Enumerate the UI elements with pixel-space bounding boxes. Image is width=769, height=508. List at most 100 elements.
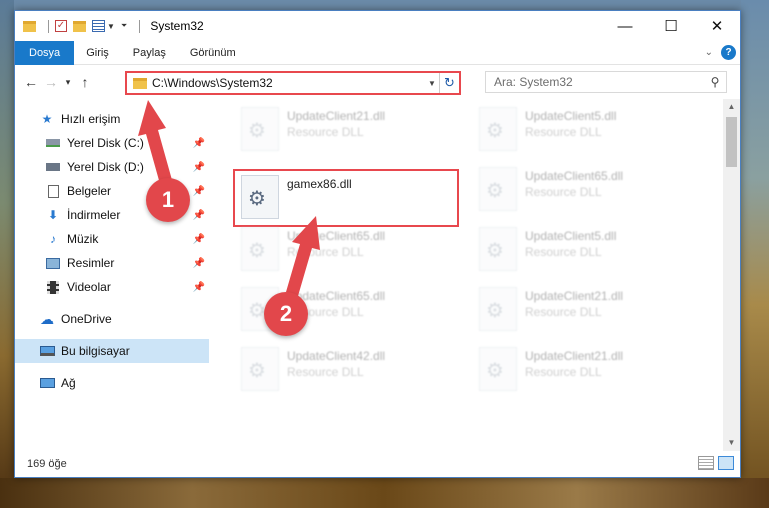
file-item[interactable]: UpdateClient21.dll Resource DLL [473,343,699,401]
properties-icon[interactable] [92,20,105,32]
sidebar-item-music[interactable]: ♪ Müzik 📌 [15,227,209,251]
recent-locations-button[interactable]: ▾ [61,77,75,88]
new-folder-icon[interactable] [73,20,86,32]
file-item[interactable]: UpdateClient65.dll Resource DLL [235,223,461,281]
star-icon: ★ [41,112,53,126]
sidebar-item-local-disk-d[interactable]: Yerel Disk (D:) 📌 [15,155,209,179]
title-bar: ✓ ▼ ⏷ System32 — ☐ ✕ [15,11,740,41]
chevron-down-icon[interactable]: ▼ [107,22,115,31]
pin-icon[interactable]: 📌 [193,186,205,197]
pin-icon[interactable]: 📌 [193,282,205,293]
toolbar-separator [48,19,49,33]
item-count: 169 öğe [27,458,67,470]
sidebar-item-label: Belgeler [67,184,112,198]
sidebar-item-label: Videolar [67,280,111,294]
sidebar-item-network[interactable]: Ağ [15,371,209,395]
sidebar-item-label: Resimler [67,256,115,270]
pin-icon[interactable]: 📌 [193,210,205,221]
minimize-button[interactable]: — [602,11,648,41]
file-item[interactable]: UpdateClient42.dll Resource DLL [235,343,461,401]
dll-file-icon [479,287,517,331]
pin-icon[interactable]: 📌 [193,234,205,245]
refresh-icon[interactable]: ↻ [439,73,459,93]
file-item[interactable]: UpdateClient5.dll Resource DLL [473,103,699,161]
music-icon: ♪ [50,232,56,246]
file-name: UpdateClient65.dll [287,229,386,243]
maximize-button[interactable]: ☐ [648,11,694,41]
dll-file-icon [241,227,279,271]
step-1-badge: 1 [146,178,190,222]
desktop-background-left [0,0,14,508]
file-name: UpdateClient21.dll [525,289,624,303]
address-dropdown-icon[interactable]: ▼ [425,79,439,88]
sidebar-item-label: Ağ [61,376,76,390]
folder-icon [133,77,147,89]
scrollbar-thumb[interactable] [726,117,737,167]
pictures-icon [45,256,61,270]
sidebar-item-local-disk-c[interactable]: Yerel Disk (C:) 📌 [15,131,209,155]
nav-buttons: ← → ▾ ↑ [15,74,95,90]
computer-icon [39,344,55,358]
vertical-scrollbar[interactable]: ▲ ▼ [723,99,740,451]
view-toggle [698,456,734,470]
file-item[interactable]: UpdateClient5.dll Resource DLL [473,223,699,281]
details-view-icon[interactable] [698,456,714,470]
download-icon: ⬇ [47,208,59,222]
customize-toolbar-icon[interactable]: ⏷ [121,21,127,31]
file-type: Resource DLL [525,305,602,319]
file-item[interactable]: UpdateClient21.dll Resource DLL [473,283,699,341]
sidebar-item-onedrive[interactable]: ☁ OneDrive [15,307,209,331]
file-name: UpdateClient5.dll [525,229,617,243]
drive-icon [45,160,61,174]
expand-ribbon-icon[interactable]: ⌄ [705,47,713,58]
step-2-badge: 2 [264,292,308,336]
address-bar[interactable]: C:\Windows\System32 ▼ ↻ [125,71,461,95]
tab-home[interactable]: Giriş [74,41,121,65]
toolbar-separator [139,19,141,33]
scroll-down-icon[interactable]: ▼ [723,435,740,451]
sidebar-item-quick-access[interactable]: ★ Hızlı erişim [15,107,209,131]
address-path[interactable]: C:\Windows\System32 [152,76,425,90]
file-name: gamex86.dll [287,177,352,191]
desktop-background-right [741,0,769,508]
pin-icon[interactable]: 📌 [193,138,205,149]
window-title: System32 [150,19,204,33]
search-box[interactable]: Ara: System32 ⚲ [485,71,727,93]
forward-button[interactable]: → [41,74,61,90]
sidebar-item-label: OneDrive [61,312,112,326]
drive-icon [45,136,61,150]
highlighted-file-item[interactable]: gamex86.dll [233,169,459,227]
up-button[interactable]: ↑ [75,74,95,90]
pin-icon[interactable]: 📌 [193,258,205,269]
back-button[interactable]: ← [21,74,41,90]
sidebar-item-label: Yerel Disk (C:) [67,136,144,150]
scroll-up-icon[interactable]: ▲ [723,99,740,115]
status-bar: 169 öğe [15,451,740,477]
file-item[interactable]: UpdateClient65.dll Resource DLL [473,163,699,221]
ribbon-tabs: Dosya Giriş Paylaş Görünüm ⌄ ? [15,40,740,65]
properties-check-icon[interactable]: ✓ [55,20,67,32]
file-type: Resource DLL [525,185,602,199]
file-name: UpdateClient5.dll [525,109,617,123]
video-icon [45,280,61,294]
search-input[interactable]: Ara: System32 [494,75,704,89]
navigation-bar: ← → ▾ ↑ C:\Windows\System32 ▼ ↻ Ara: Sys… [15,65,740,99]
file-list: UpdateClient21.dll Resource DLL UpdateCli… [211,99,725,451]
help-icon[interactable]: ? [721,45,736,60]
tab-view[interactable]: Görünüm [178,41,248,65]
close-button[interactable]: ✕ [694,11,740,41]
ribbon-right-controls: ⌄ ? [705,45,736,60]
sidebar-item-pictures[interactable]: Resimler 📌 [15,251,209,275]
navigation-pane: ★ Hızlı erişim Yerel Disk (C:) 📌 Yerel D… [15,99,209,451]
search-icon[interactable]: ⚲ [704,75,726,89]
sidebar-item-this-pc[interactable]: Bu bilgisayar [15,339,209,363]
tab-file[interactable]: Dosya [15,40,75,65]
dll-file-icon [241,347,279,391]
large-icons-view-icon[interactable] [718,456,734,470]
file-name: UpdateClient65.dll [525,169,624,183]
pin-icon[interactable]: 📌 [193,162,205,173]
file-item[interactable]: UpdateClient21.dll Resource DLL [235,103,461,161]
tab-share[interactable]: Paylaş [121,41,178,65]
sidebar-item-videos[interactable]: Videolar 📌 [15,275,209,299]
